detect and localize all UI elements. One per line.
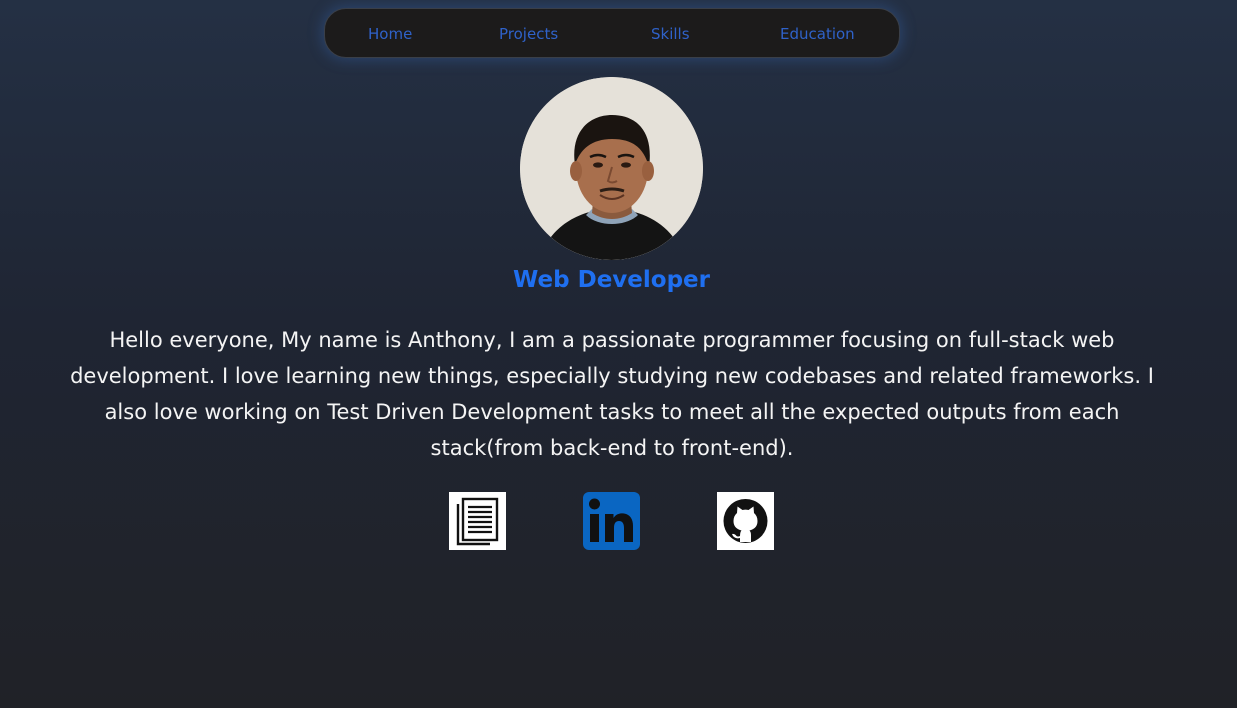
profile-photo	[520, 77, 703, 260]
nav-link-home[interactable]: Home	[368, 24, 412, 44]
nav-link-skills[interactable]: Skills	[651, 24, 690, 44]
linkedin-link[interactable]	[583, 492, 640, 550]
linkedin-icon	[583, 492, 640, 550]
profile-avatar	[520, 77, 703, 260]
top-navigation: Home Projects Skills Education	[324, 8, 900, 58]
github-icon	[717, 492, 774, 550]
bio-text: Hello everyone, My name is Anthony, I am…	[70, 328, 1154, 460]
resume-link[interactable]	[449, 492, 506, 550]
document-icon	[449, 492, 506, 550]
nav-link-education[interactable]: Education	[780, 24, 855, 44]
nav-link-projects[interactable]: Projects	[499, 24, 558, 44]
github-link[interactable]	[717, 492, 774, 550]
role-title: Web Developer	[513, 267, 710, 293]
